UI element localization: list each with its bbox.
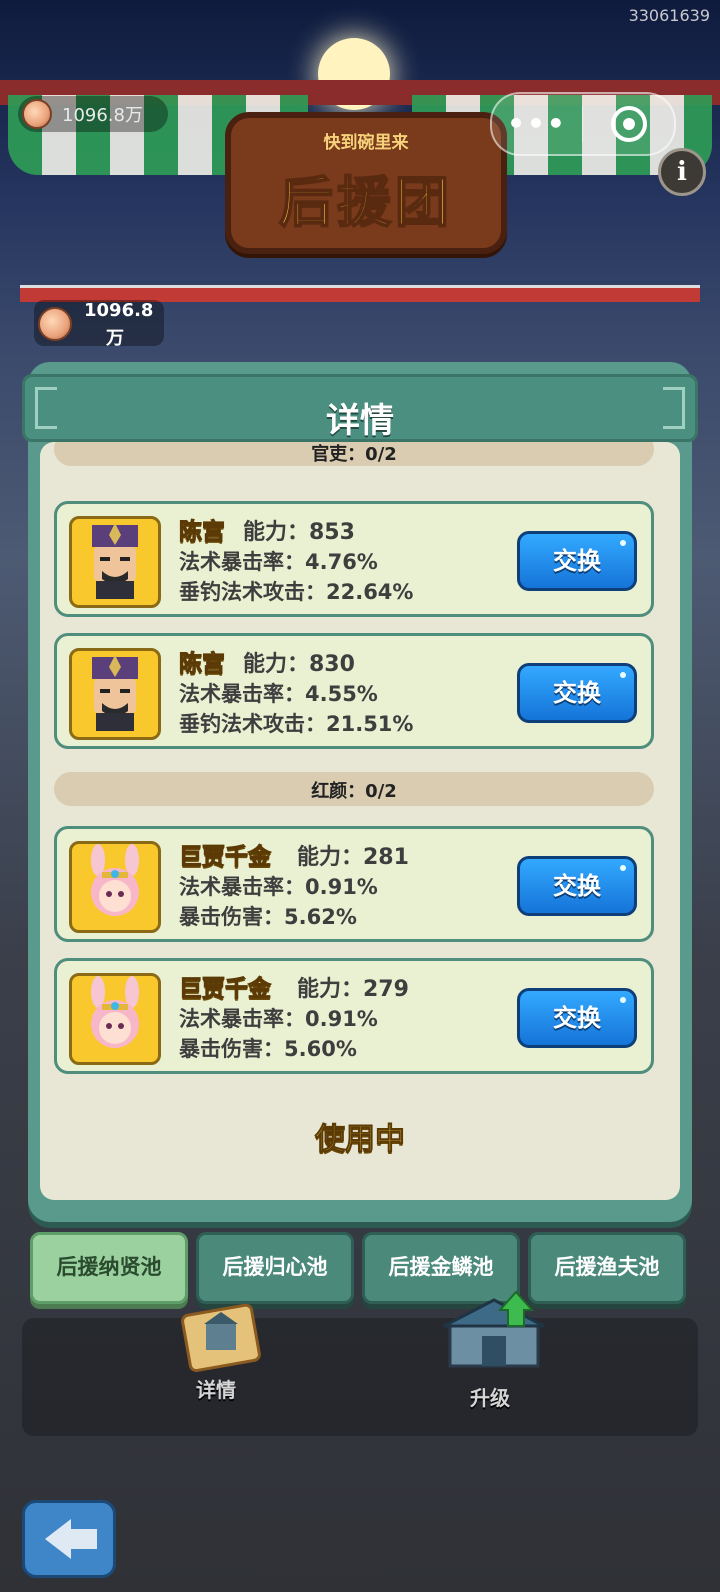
helper-stat-1: 法术暴击率：0.91%: [179, 875, 378, 899]
portrait-chen-gong: [69, 648, 161, 740]
details-panel: 详情 官吏：0/2 陈宫 能力：853 法术暴击率：4.76% 垂钓法术攻击：2…: [22, 362, 698, 1222]
bottom-shelf: [22, 1318, 698, 1436]
build-id: 33061639: [628, 6, 710, 25]
panel-header: 详情: [22, 374, 698, 442]
helper-stat-2: 暴击伤害：5.60%: [179, 1037, 357, 1061]
portrait-merchant-daughter: [69, 973, 161, 1065]
helper-stat-1: 法术暴击率：0.91%: [179, 1007, 378, 1031]
panel-title: 详情: [326, 401, 394, 441]
scroll-icon: [181, 1303, 261, 1373]
helper-stat-2: 暴击伤害：5.62%: [179, 905, 357, 929]
helper-card: 陈宫 能力：853 法术暴击率：4.76% 垂钓法术攻击：22.64% 交换: [54, 501, 654, 617]
swap-button[interactable]: 交换: [517, 856, 637, 916]
wallet-unit: 万: [106, 328, 124, 349]
back-button[interactable]: [22, 1500, 116, 1578]
helper-name: 陈宫: [179, 519, 226, 546]
helper-power: 能力：830: [243, 652, 355, 677]
section-header-officials: 官吏：0/2: [54, 442, 654, 466]
helper-power: 能力：281: [297, 845, 409, 870]
capsule-divider: [582, 106, 583, 142]
helper-stat-1: 法术暴击率：4.76%: [179, 550, 378, 574]
section-header-beauties: 红颜：0/2: [54, 772, 654, 806]
tab-recruit-pool[interactable]: 后援纳贤池: [30, 1232, 188, 1304]
helper-stat-2: 垂钓法术攻击：22.64%: [179, 580, 414, 604]
wallet-amount: 1096.8: [84, 300, 154, 321]
swap-button[interactable]: 交换: [517, 663, 637, 723]
helper-power: 能力：853: [243, 520, 355, 545]
sign-subtitle: 快到碗里来: [323, 133, 409, 153]
wechat-more-icon[interactable]: •••: [492, 94, 582, 154]
helper-card: 巨贾千金 能力：279 法术暴击率：0.91% 暴击伤害：5.60% 交换: [54, 958, 654, 1074]
wallet-display: 1096.8 万: [34, 300, 164, 349]
header-coin-amount: 1096.8万: [62, 105, 143, 126]
in-use-status: 使用中: [315, 1122, 406, 1158]
helper-card: 巨贾千金 能力：281 法术暴击率：0.91% 暴击伤害：5.62% 交换: [54, 826, 654, 942]
helper-stat-2: 垂钓法术攻击：21.51%: [179, 712, 414, 736]
upgrade-label: 升级: [470, 1386, 510, 1410]
sign-title: 后援团: [278, 170, 453, 235]
helper-name: 巨贾千金: [179, 844, 272, 871]
details-label: 详情: [196, 1378, 236, 1402]
header-coin-display: 1096.8万: [18, 96, 168, 132]
wechat-close-icon[interactable]: [611, 106, 647, 142]
helper-name: 巨贾千金: [179, 976, 272, 1003]
helper-card: 陈宫 能力：830 法术暴击率：4.55% 垂钓法术攻击：21.51% 交换: [54, 633, 654, 749]
swap-button[interactable]: 交换: [517, 531, 637, 591]
back-arrow-tail: [69, 1529, 97, 1549]
wechat-capsule: •••: [490, 92, 676, 156]
coin-icon: [38, 307, 72, 341]
shop-sign: 快到碗里来 后援团: [225, 112, 507, 254]
section-label: 红颜：0/2: [311, 781, 397, 802]
upgrade-building-icon: [443, 1290, 545, 1368]
details-scroll-button[interactable]: 详情: [168, 1300, 272, 1402]
panel-content[interactable]: 官吏：0/2 陈宫 能力：853 法术暴击率：4.76% 垂钓法术攻击：22.6…: [40, 442, 680, 1200]
helper-power: 能力：279: [297, 977, 409, 1002]
swap-button[interactable]: 交换: [517, 988, 637, 1048]
coin-icon: [22, 99, 52, 129]
helper-name: 陈宫: [179, 651, 226, 678]
section-label: 官吏：0/2: [311, 444, 397, 465]
helper-stat-1: 法术暴击率：4.55%: [179, 682, 378, 706]
tab-loyalty-pool[interactable]: 后援归心池: [196, 1232, 354, 1304]
portrait-chen-gong: [69, 516, 161, 608]
upgrade-button[interactable]: 升级: [438, 1290, 550, 1410]
portrait-merchant-daughter: [69, 841, 161, 933]
info-icon[interactable]: i: [658, 148, 706, 196]
back-arrow-icon: [45, 1519, 71, 1559]
tab-fisherman-pool[interactable]: 后援渔夫池: [528, 1232, 686, 1304]
